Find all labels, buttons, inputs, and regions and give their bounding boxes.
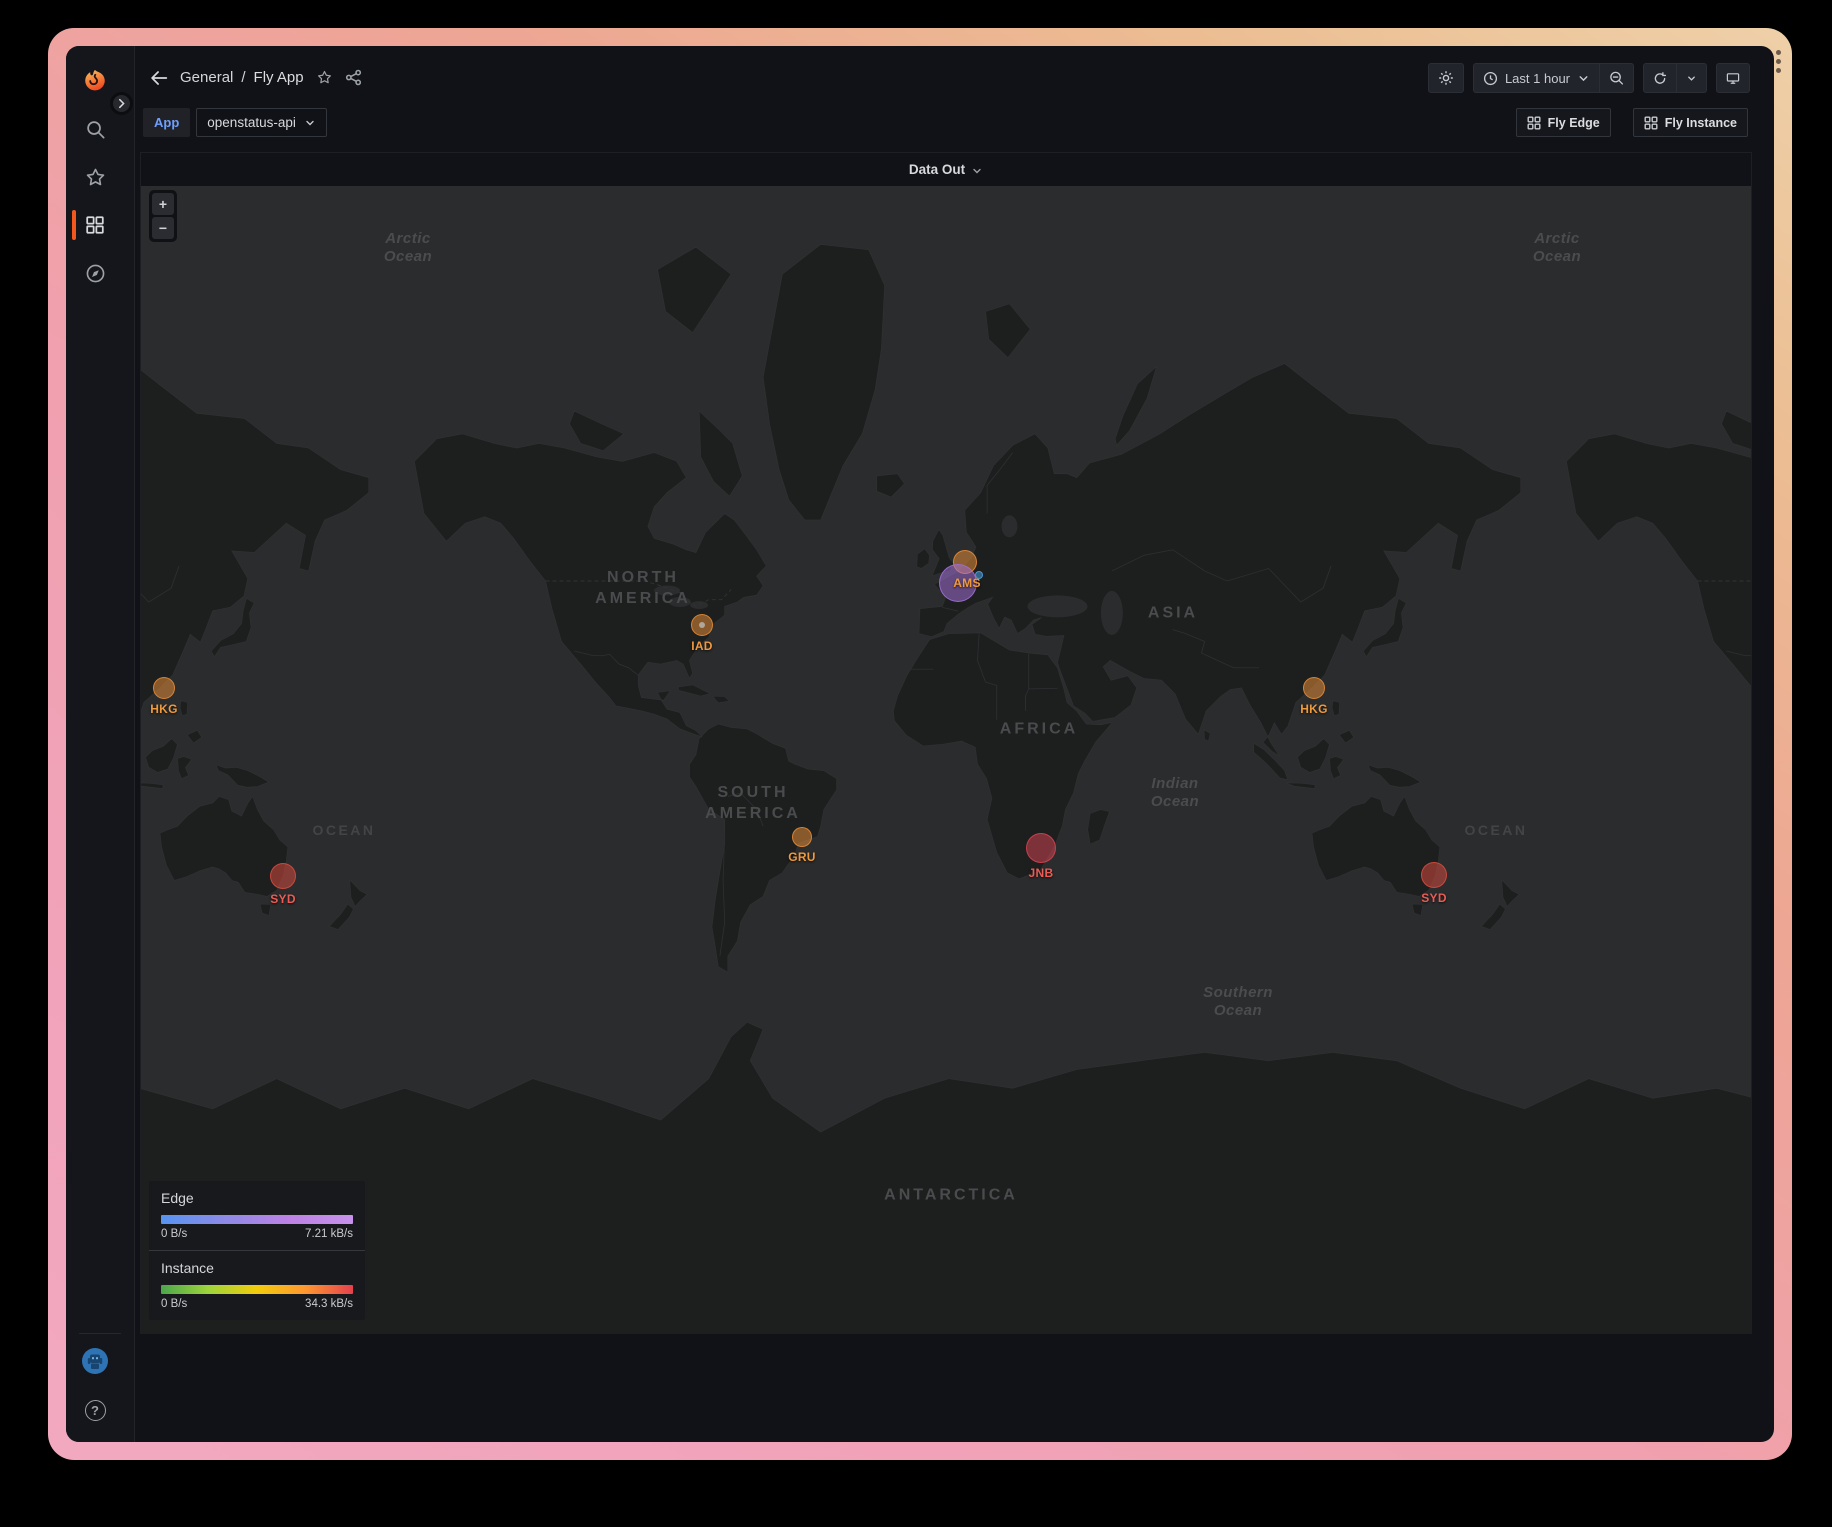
grafana-window: ? General / Fly App bbox=[66, 46, 1774, 1442]
map-marker-jnb[interactable] bbox=[1026, 833, 1056, 863]
favorite-star-icon[interactable] bbox=[316, 69, 333, 86]
breadcrumb-page-title: Fly App bbox=[254, 69, 304, 86]
legend-section-instance: Instance 0 B/s 34.3 kB/s bbox=[149, 1250, 365, 1320]
legend-min: 0 B/s bbox=[161, 1228, 187, 1240]
breadcrumb: General / Fly App bbox=[180, 69, 362, 86]
legend-min: 0 B/s bbox=[161, 1298, 187, 1310]
map-marker-gru[interactable] bbox=[792, 827, 812, 847]
chevron-down-icon bbox=[1577, 72, 1590, 85]
app-variable-dropdown[interactable]: openstatus-api bbox=[196, 108, 327, 137]
map-marker-syd[interactable] bbox=[1421, 862, 1447, 888]
screenshot-canvas: ? General / Fly App bbox=[0, 0, 1832, 1527]
app-variable-value: openstatus-api bbox=[207, 115, 296, 130]
variable-label: App bbox=[143, 108, 190, 137]
sidebar-divider bbox=[79, 1333, 121, 1334]
refresh-icon bbox=[1653, 71, 1667, 86]
refresh-button[interactable] bbox=[1643, 63, 1677, 93]
legend-title: Instance bbox=[161, 1260, 353, 1276]
dashboard-settings-button[interactable] bbox=[1428, 63, 1464, 93]
map-marker[interactable] bbox=[975, 571, 983, 579]
fly-edge-label: Fly Edge bbox=[1548, 116, 1600, 130]
dashboards-icon[interactable] bbox=[82, 212, 108, 238]
grafana-logo-icon bbox=[82, 67, 108, 93]
map-zoom-controls: + − bbox=[149, 190, 177, 242]
gear-icon bbox=[1438, 70, 1454, 86]
fly-instance-link[interactable]: Fly Instance bbox=[1633, 108, 1748, 137]
map-marker-hkg[interactable] bbox=[153, 677, 175, 699]
world-map-svg bbox=[141, 186, 1751, 1334]
world-map[interactable]: + − ArcticOceanArcticOceanNORTHAMERICAAS… bbox=[141, 186, 1751, 1334]
breadcrumb-divider: / bbox=[241, 69, 245, 86]
map-zoom-out-button[interactable]: − bbox=[152, 217, 174, 239]
map-marker-iad[interactable] bbox=[691, 614, 713, 636]
search-icon[interactable] bbox=[82, 116, 108, 142]
refresh-interval-dropdown[interactable] bbox=[1677, 63, 1707, 93]
zoom-out-time-button[interactable] bbox=[1600, 63, 1634, 93]
map-zoom-in-button[interactable]: + bbox=[152, 193, 174, 215]
starred-icon[interactable] bbox=[82, 164, 108, 190]
sidebar: ? bbox=[66, 46, 135, 1442]
chevron-down-icon bbox=[1686, 72, 1697, 85]
chevron-down-icon bbox=[971, 165, 983, 177]
map-marker-syd[interactable] bbox=[270, 863, 296, 889]
map-marker-hkg[interactable] bbox=[1303, 677, 1325, 699]
clock-icon bbox=[1483, 71, 1498, 86]
chevron-right-icon bbox=[116, 98, 127, 109]
panel-header[interactable]: Data Out bbox=[141, 153, 1751, 186]
fly-edge-link[interactable]: Fly Edge bbox=[1516, 108, 1611, 137]
legend-max: 7.21 kB/s bbox=[305, 1228, 353, 1240]
share-icon[interactable] bbox=[345, 69, 362, 86]
chevron-down-icon bbox=[304, 117, 316, 129]
time-picker-group: Last 1 hour bbox=[1473, 63, 1634, 93]
time-range-picker[interactable]: Last 1 hour bbox=[1473, 63, 1600, 93]
panel-title: Data Out bbox=[909, 162, 965, 177]
user-avatar[interactable] bbox=[82, 1348, 108, 1374]
tv-kiosk-button[interactable] bbox=[1716, 63, 1750, 93]
monitor-icon bbox=[1726, 70, 1740, 86]
map-legend: Edge 0 B/s 7.21 kB/s Instance 0 B/s bbox=[149, 1181, 365, 1320]
fly-instance-label: Fly Instance bbox=[1665, 116, 1737, 130]
dashboard-toolbar: Last 1 hour bbox=[1428, 63, 1750, 93]
dashboard-links: Fly Edge Fly Instance bbox=[1516, 108, 1748, 137]
refresh-group bbox=[1643, 63, 1707, 93]
active-indicator bbox=[72, 210, 76, 240]
apps-grid-icon bbox=[1644, 116, 1658, 130]
legend-max: 34.3 kB/s bbox=[305, 1298, 353, 1310]
apps-grid-icon bbox=[1527, 116, 1541, 130]
breadcrumb-section[interactable]: General bbox=[180, 69, 233, 86]
explore-compass-icon[interactable] bbox=[82, 260, 108, 286]
window-frame: ? General / Fly App bbox=[48, 28, 1792, 1460]
legend-title: Edge bbox=[161, 1190, 353, 1206]
scrollbar-dots bbox=[1776, 50, 1781, 73]
legend-gradient-bar bbox=[161, 1215, 353, 1224]
legend-section-edge: Edge 0 B/s 7.21 kB/s bbox=[149, 1181, 365, 1250]
magnifier-minus-icon bbox=[1609, 70, 1624, 86]
variables-row: App openstatus-api bbox=[143, 108, 327, 137]
arrow-left-icon bbox=[148, 67, 170, 89]
grafana-logo[interactable] bbox=[82, 67, 108, 93]
map-marker-ams[interactable] bbox=[939, 564, 977, 602]
geomap-panel: Data Out + − ArcticOceanArcticOceanNORTH… bbox=[140, 152, 1752, 1334]
time-range-label: Last 1 hour bbox=[1505, 71, 1570, 86]
sidebar-expand-button[interactable] bbox=[110, 92, 133, 115]
back-button[interactable] bbox=[146, 65, 172, 91]
help-icon[interactable]: ? bbox=[82, 1397, 108, 1423]
legend-gradient-bar bbox=[161, 1285, 353, 1294]
